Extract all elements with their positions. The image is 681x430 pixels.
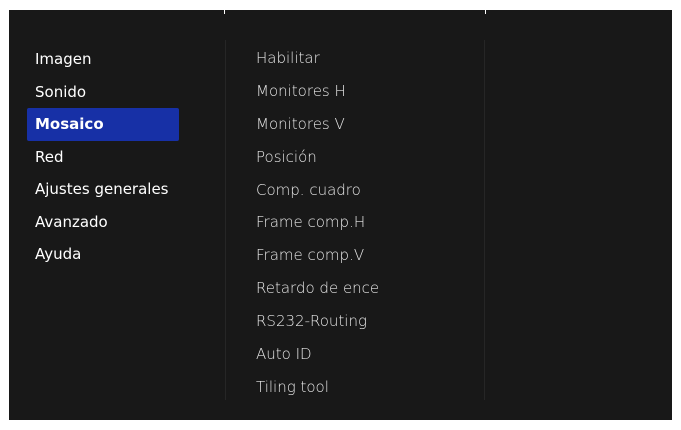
submenu-item-monitores-h[interactable]: Monitores H <box>256 75 379 108</box>
top-divider-tick <box>485 10 486 14</box>
column-divider <box>225 40 226 400</box>
main-menu: Imagen Sonido Mosaico Red Ajustes genera… <box>27 43 179 271</box>
menu-item-ajustes-generales[interactable]: Ajustes generales <box>27 173 179 206</box>
top-divider-tick <box>224 10 225 14</box>
column-divider <box>484 40 485 400</box>
submenu-item-posicion[interactable]: Posición <box>256 141 379 174</box>
osd-screen: Imagen Sonido Mosaico Red Ajustes genera… <box>9 10 672 420</box>
submenu-item-auto-id[interactable]: Auto ID <box>256 338 379 371</box>
submenu-item-tiling-tool[interactable]: Tiling tool <box>256 371 379 404</box>
submenu-item-habilitar[interactable]: Habilitar <box>256 42 379 75</box>
menu-item-avanzado[interactable]: Avanzado <box>27 206 179 239</box>
submenu-item-comp-cuadro[interactable]: Comp. cuadro <box>256 174 379 207</box>
submenu-mosaico: Habilitar Monitores H Monitores V Posici… <box>256 42 379 404</box>
submenu-item-frame-comp-h[interactable]: Frame comp.H <box>256 206 379 239</box>
submenu-item-rs232-routing[interactable]: RS232-Routing <box>256 305 379 338</box>
menu-item-ayuda[interactable]: Ayuda <box>27 238 179 271</box>
menu-item-mosaico[interactable]: Mosaico <box>27 108 179 141</box>
submenu-item-monitores-v[interactable]: Monitores V <box>256 108 379 141</box>
submenu-item-retardo-de-ence[interactable]: Retardo de ence <box>256 272 379 305</box>
submenu-item-frame-comp-v[interactable]: Frame comp.V <box>256 239 379 272</box>
menu-item-imagen[interactable]: Imagen <box>27 43 179 76</box>
menu-item-sonido[interactable]: Sonido <box>27 76 179 109</box>
menu-item-red[interactable]: Red <box>27 141 179 174</box>
